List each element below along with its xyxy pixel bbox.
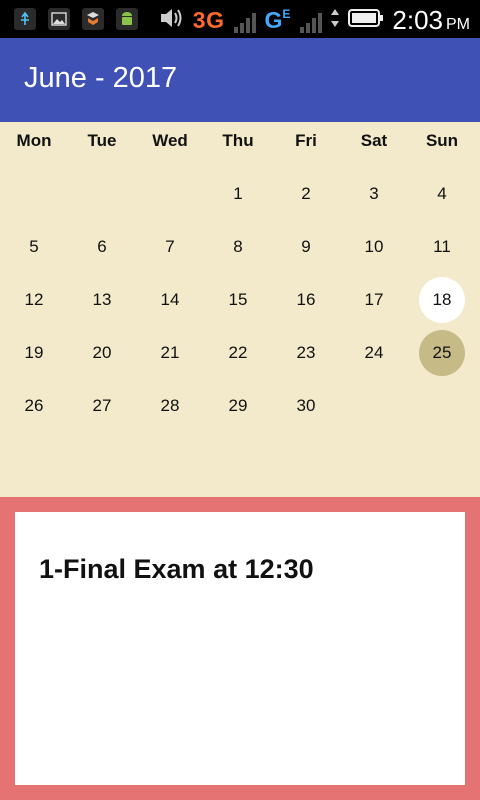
day-5[interactable]: 5: [11, 224, 57, 270]
weekday-sun: Sun: [425, 131, 459, 150]
clock: 2:03 PM: [392, 5, 470, 36]
month-title: June - 2017: [24, 62, 178, 94]
day-4[interactable]: 4: [419, 171, 465, 217]
weekday-thu: Thu: [222, 131, 254, 150]
day-1[interactable]: 1: [215, 171, 261, 217]
day-29[interactable]: 29: [215, 383, 261, 429]
month-calendar: Mon Tue Wed Thu Fri Sat Sun 1 2 3 4 5 6 7 8 9 10 11 12 13 1…: [0, 122, 480, 497]
day-30[interactable]: 30: [283, 383, 329, 429]
battery-icon: [348, 8, 384, 33]
day-24[interactable]: 24: [351, 330, 397, 376]
weekday-mon: Mon: [16, 131, 52, 150]
day-3[interactable]: 3: [351, 171, 397, 217]
day-6[interactable]: 6: [79, 224, 125, 270]
image-icon: [48, 8, 70, 30]
event-item[interactable]: 1-Final Exam at 12:30: [39, 554, 314, 585]
day-17[interactable]: 17: [351, 277, 397, 323]
android-icon: [116, 8, 138, 30]
security-icon: [82, 8, 104, 30]
signal-2-icon: [298, 9, 323, 33]
network-g-label: G: [264, 7, 283, 33]
day-16[interactable]: 16: [283, 277, 329, 323]
status-bar: 3G G E 2:03 PM: [0, 0, 480, 38]
day-20[interactable]: 20: [79, 330, 125, 376]
volume-icon: [159, 6, 185, 35]
day-27[interactable]: 27: [79, 383, 125, 429]
clock-ampm: PM: [446, 16, 470, 33]
day-18[interactable]: 18: [419, 277, 465, 323]
day-26[interactable]: 26: [11, 383, 57, 429]
day-15[interactable]: 15: [215, 277, 261, 323]
day-13[interactable]: 13: [79, 277, 125, 323]
day-21[interactable]: 21: [147, 330, 193, 376]
app-bar: June - 2017: [0, 38, 480, 122]
day-7[interactable]: 7: [147, 224, 193, 270]
weekday-tue: Tue: [87, 131, 117, 150]
signal-icon: [232, 9, 257, 33]
events-panel: 1-Final Exam at 12:30: [15, 512, 465, 785]
day-23[interactable]: 23: [283, 330, 329, 376]
day-11[interactable]: 11: [419, 224, 465, 270]
day-8[interactable]: 8: [215, 224, 261, 270]
day-9[interactable]: 9: [283, 224, 329, 270]
day-12[interactable]: 12: [11, 277, 57, 323]
day-10[interactable]: 10: [351, 224, 397, 270]
system-icons: 3G G E 2:03 PM: [159, 5, 470, 36]
weekday-wed: Wed: [152, 131, 188, 150]
day-19[interactable]: 19: [11, 330, 57, 376]
day-22[interactable]: 22: [215, 330, 261, 376]
network-e-label: E: [282, 7, 291, 21]
day-2[interactable]: 2: [283, 171, 329, 217]
network-type-g: G E: [264, 7, 290, 34]
network-type-3g: 3G: [192, 7, 225, 33]
usb-icon: [14, 8, 36, 30]
notification-icons: [14, 8, 138, 30]
data-arrows-icon: [330, 8, 340, 33]
clock-time: 2:03: [392, 5, 443, 35]
day-28[interactable]: 28: [147, 383, 193, 429]
day-14[interactable]: 14: [147, 277, 193, 323]
weekday-sat: Sat: [360, 131, 388, 150]
day-25[interactable]: 25: [419, 330, 465, 376]
weekday-fri: Fri: [295, 131, 317, 150]
